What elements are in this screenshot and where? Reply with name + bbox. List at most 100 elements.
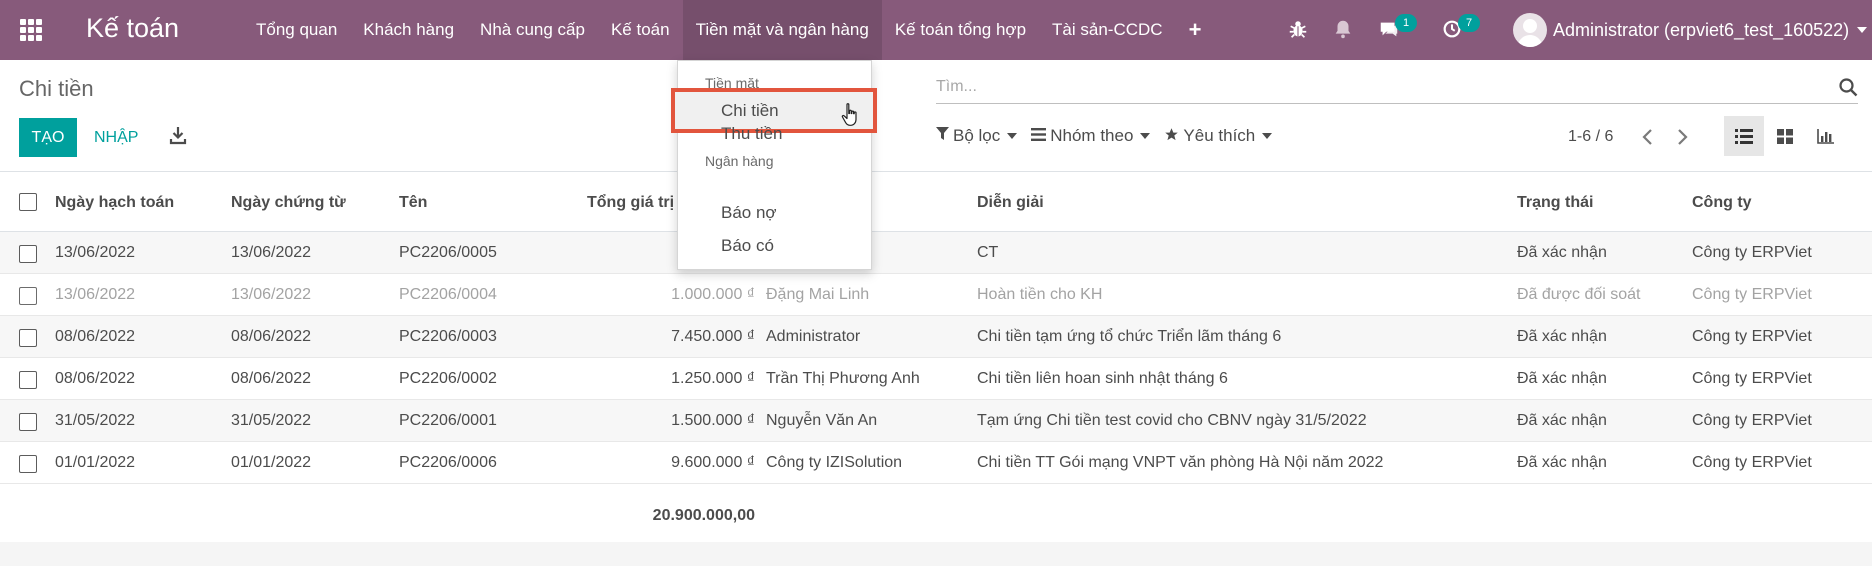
row-name: PC2206/0001 [399, 412, 497, 429]
column-description[interactable]: Diễn giải [977, 172, 1044, 233]
dropdown-item-label: Chi tiền [721, 101, 779, 120]
menu-item-assets[interactable]: Tài sản-CCDC [1039, 0, 1176, 60]
row-name: PC2206/0003 [399, 328, 497, 345]
menu-item-customers[interactable]: Khách hàng [350, 0, 467, 60]
row-document-date: 01/01/2022 [231, 454, 312, 471]
activities-clock-icon[interactable]: 7 [1441, 14, 1480, 42]
star-icon [1164, 127, 1179, 146]
chevron-left-icon[interactable] [1636, 124, 1660, 150]
top-navbar: Kế toán Tổng quan Khách hàng Nhà cung cấ… [0, 0, 1872, 60]
favorites-dropdown[interactable]: Yêu thích [1164, 126, 1273, 146]
table-row[interactable]: 08/06/2022 08/06/2022 PC2206/0003 7.450.… [0, 316, 1872, 358]
avatar [1513, 13, 1547, 47]
row-state: Đã xác nhận [1517, 244, 1607, 261]
chevron-down-icon [1262, 133, 1273, 139]
download-icon[interactable] [169, 126, 187, 146]
filters-dropdown[interactable]: Bộ lọc [936, 126, 1018, 146]
import-button[interactable]: NHẬP [94, 118, 138, 157]
row-accounting-date: 13/06/2022 [55, 244, 136, 261]
page-bottom [0, 542, 1872, 566]
search-bar [936, 74, 1858, 104]
groupby-label: Nhóm theo [1050, 126, 1134, 145]
search-input[interactable] [936, 74, 1816, 100]
hand-pointer-cursor-icon [841, 103, 857, 126]
row-checkbox[interactable] [19, 287, 37, 305]
apps-menu-icon[interactable] [20, 19, 42, 41]
user-name: Administrator (erpviet6_test_160522) [1553, 19, 1850, 40]
breadcrumb: Chi tiền [19, 76, 94, 101]
add-menu-button[interactable]: + [1176, 0, 1215, 60]
kanban-view-icon[interactable] [1765, 116, 1805, 156]
menu-item-accounting[interactable]: Kế toán [598, 0, 683, 60]
row-company: Công ty ERPViet [1692, 286, 1812, 303]
row-company: Công ty ERPViet [1692, 454, 1812, 471]
row-accounting-date: 08/06/2022 [55, 328, 136, 345]
list-view-icon[interactable] [1724, 116, 1764, 156]
activities-badge: 7 [1458, 14, 1480, 32]
pager-value[interactable]: 1-6 / 6 [1568, 128, 1613, 146]
menu-item-overview[interactable]: Tổng quan [243, 0, 350, 60]
messages-badge: 1 [1395, 14, 1417, 32]
favorites-label: Yêu thích [1183, 126, 1256, 145]
table-row[interactable]: 08/06/2022 08/06/2022 PC2206/0002 1.250.… [0, 358, 1872, 400]
row-accounting-date: 13/06/2022 [55, 286, 136, 303]
notification-bell-icon[interactable] [1332, 18, 1356, 42]
chevron-down-icon [1140, 133, 1151, 139]
messages-chat-icon[interactable]: 1 [1378, 14, 1417, 42]
row-amount: 1.500.000 ₫ [671, 412, 755, 429]
row-checkbox[interactable] [19, 329, 37, 347]
column-name[interactable]: Tên [399, 172, 427, 233]
dropdown-item-receipt[interactable]: Thu tiền [721, 124, 782, 144]
chevron-right-icon[interactable] [1670, 124, 1694, 150]
row-document-date: 08/06/2022 [231, 370, 312, 387]
row-checkbox[interactable] [19, 245, 37, 263]
groupby-dropdown[interactable]: Nhóm theo [1031, 126, 1151, 146]
column-company[interactable]: Công ty [1692, 172, 1752, 233]
menu-item-cash-bank[interactable]: Tiền mặt và ngân hàng [682, 0, 882, 60]
table-row[interactable]: 13/06/2022 13/06/2022 PC2206/0005 CT Đã … [0, 232, 1872, 274]
menu-item-vendors[interactable]: Nhà cung cấp [467, 0, 598, 60]
row-partner: Đặng Mai Linh [766, 286, 870, 303]
column-state[interactable]: Trạng thái [1517, 172, 1593, 233]
column-total[interactable]: Tổng giá trị [587, 172, 674, 233]
table-row[interactable]: 13/06/2022 13/06/2022 PC2206/0004 1.000.… [0, 274, 1872, 316]
row-description: Tạm ứng Chi tiền test covid cho CBNV ngà… [977, 412, 1367, 429]
column-document-date[interactable]: Ngày chứng từ [231, 172, 346, 233]
row-description: Hoàn tiền cho KH [977, 286, 1103, 303]
row-checkbox[interactable] [19, 413, 37, 431]
column-accounting-date[interactable]: Ngày hạch toán [55, 172, 174, 233]
row-amount: 7.450.000 ₫ [671, 328, 755, 345]
debug-bug-icon[interactable] [1287, 18, 1311, 42]
graph-view-icon[interactable] [1806, 116, 1846, 156]
row-partner: Trần Thị Phương Anh [766, 370, 920, 387]
row-company: Công ty ERPViet [1692, 244, 1812, 261]
search-options: Bộ lọc Nhóm theo Yêu thích [936, 126, 1286, 146]
row-state: Đã được đối soát [1517, 286, 1641, 303]
select-all-checkbox[interactable] [19, 193, 37, 211]
search-icon[interactable] [1838, 77, 1858, 97]
create-button[interactable]: TẠO [19, 118, 77, 157]
row-partner: Công ty IZISolution [766, 454, 903, 471]
filters-label: Bộ lọc [953, 126, 1001, 145]
row-name: PC2206/0005 [399, 244, 497, 261]
row-document-date: 31/05/2022 [231, 412, 312, 429]
row-amount: 1.250.000 ₫ [671, 370, 755, 387]
user-menu[interactable]: Administrator (erpviet6_test_160522) [1513, 11, 1868, 49]
app-brand[interactable]: Kế toán [86, 13, 179, 44]
dropdown-item-credit-note[interactable]: Báo có [721, 236, 774, 256]
menu-item-general-accounting[interactable]: Kế toán tổng hợp [882, 0, 1039, 60]
row-checkbox[interactable] [19, 371, 37, 389]
dropdown-item-debit-note[interactable]: Báo nợ [721, 203, 777, 223]
row-description: Chi tiền tạm ứng tổ chức Triển lãm tháng… [977, 328, 1282, 345]
row-company: Công ty ERPViet [1692, 412, 1812, 429]
groupby-bars-icon [1031, 127, 1047, 145]
table-row[interactable]: 01/01/2022 01/01/2022 PC2206/0006 9.600.… [0, 442, 1872, 484]
row-description: CT [977, 244, 999, 261]
row-accounting-date: 08/06/2022 [55, 370, 136, 387]
main-menu: Tổng quan Khách hàng Nhà cung cấp Kế toá… [243, 0, 1214, 60]
row-partner: Nguyễn Văn An [766, 412, 878, 429]
table-row[interactable]: 31/05/2022 31/05/2022 PC2206/0001 1.500.… [0, 400, 1872, 442]
row-name: PC2206/0004 [399, 286, 497, 303]
row-checkbox[interactable] [19, 455, 37, 473]
row-accounting-date: 31/05/2022 [55, 412, 136, 429]
